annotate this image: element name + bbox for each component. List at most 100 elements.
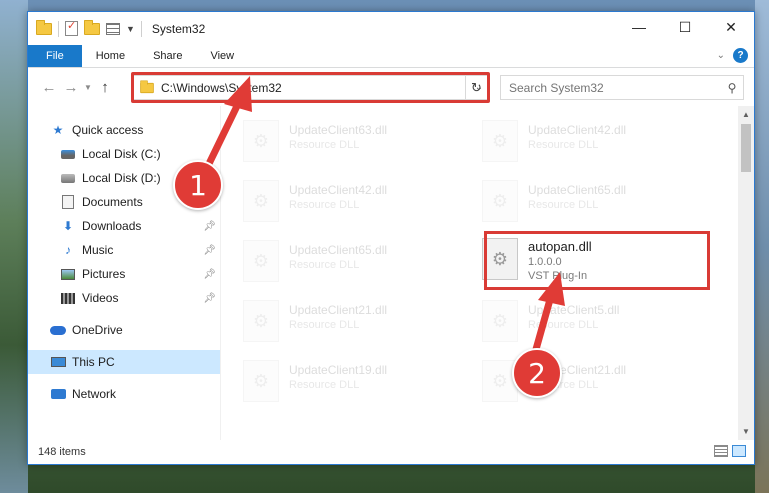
back-arrow-icon[interactable]: ← xyxy=(38,79,60,96)
folder-icon xyxy=(36,19,52,35)
minimize-button[interactable]: — xyxy=(616,12,662,42)
list-item[interactable]: ⚙ UpdateClient65.dll Resource DLL xyxy=(233,236,453,286)
maximize-button[interactable]: ☐ xyxy=(662,12,708,42)
new-folder-icon[interactable] xyxy=(84,19,100,35)
dll-file-icon: ⚙ xyxy=(243,120,279,162)
file-type: Resource DLL xyxy=(528,199,599,211)
properties-icon[interactable] xyxy=(65,19,78,36)
tab-home[interactable]: Home xyxy=(82,45,139,67)
onedrive-cloud-icon xyxy=(50,323,66,337)
list-item[interactable]: ⚙ UpdateClient21.dll Resource DLL xyxy=(472,356,692,406)
list-item[interactable]: ⚙ UpdateClient42.dll Resource DLL xyxy=(233,176,453,226)
sidebar-item-label: Downloads xyxy=(82,219,142,233)
sidebar-item-videos[interactable]: Videos 📌︎ xyxy=(28,286,220,310)
customize-toolbar-chevron-icon[interactable]: ▼ xyxy=(126,24,135,34)
view-buttons xyxy=(714,445,746,457)
close-button[interactable]: ✕ xyxy=(708,12,754,42)
main-area: ★ Quick access Local Disk (C:) Local Dis… xyxy=(28,106,754,440)
file-list: ⚙ UpdateClient63.dll Resource DLL ⚙ Updat… xyxy=(221,106,754,440)
file-type: Resource DLL xyxy=(528,319,599,331)
sidebar-item-quick-access[interactable]: ★ Quick access xyxy=(28,118,220,142)
expand-ribbon-chevron-icon[interactable]: ⌄ xyxy=(717,50,725,61)
address-bar-highlight xyxy=(131,72,490,103)
tab-view[interactable]: View xyxy=(196,45,248,67)
file-type: Resource DLL xyxy=(289,139,360,151)
file-name: UpdateClient19.dll xyxy=(289,363,388,377)
network-icon xyxy=(50,387,66,401)
disk-icon xyxy=(60,171,76,185)
file-name: UpdateClient42.dll xyxy=(528,123,627,137)
dll-file-icon: ⚙ xyxy=(482,180,518,222)
title-bar: ▼ System32 — ☐ ✕ xyxy=(28,12,754,45)
tab-share[interactable]: Share xyxy=(139,45,196,67)
dll-file-icon: ⚙ xyxy=(243,240,279,282)
system-disk-icon xyxy=(60,147,76,161)
music-icon: ♪ xyxy=(65,243,71,257)
sidebar-item-onedrive[interactable]: OneDrive xyxy=(28,318,220,342)
divider xyxy=(140,20,142,37)
tiles-view-icon[interactable] xyxy=(732,445,746,457)
vertical-scrollbar[interactable]: ▲ ▼ xyxy=(738,106,754,440)
star-icon: ★ xyxy=(52,123,64,137)
sidebar-item-label: This PC xyxy=(72,355,115,369)
navigation-pane: ★ Quick access Local Disk (C:) Local Dis… xyxy=(28,106,221,440)
sidebar-item-music[interactable]: ♪ Music 📌︎ xyxy=(28,238,220,262)
list-item[interactable]: ⚙ UpdateClient42.dll Resource DLL xyxy=(472,116,692,166)
dll-file-icon: ⚙ xyxy=(243,180,279,222)
window-title: System32 xyxy=(151,21,206,36)
sidebar-item-this-pc[interactable]: This PC xyxy=(28,350,220,374)
file-name: UpdateClient21.dll xyxy=(289,303,388,317)
sidebar-item-pictures[interactable]: Pictures 📌︎ xyxy=(28,262,220,286)
sidebar-item-label: Local Disk (D:) xyxy=(82,171,161,185)
forward-arrow-icon[interactable]: → xyxy=(60,79,82,96)
downloads-icon: ⬇ xyxy=(62,219,74,233)
address-row: ← → ▼ ↑ C:\Windows\System32 ⌄ ↻ ⚲ xyxy=(28,68,754,106)
list-item[interactable]: ⚙ UpdateClient5.dll Resource DLL xyxy=(472,296,692,346)
sidebar-item-downloads[interactable]: ⬇ Downloads 📌︎ xyxy=(28,214,220,238)
file-name: UpdateClient65.dll xyxy=(528,183,627,197)
file-name: UpdateClient63.dll xyxy=(289,123,388,137)
view-icon[interactable] xyxy=(106,22,120,35)
file-name: UpdateClient42.dll xyxy=(289,183,388,197)
list-item[interactable]: ⚙ UpdateClient19.dll Resource DLL xyxy=(233,356,453,406)
pin-icon[interactable]: 📌︎ xyxy=(203,245,216,256)
sidebar-item-network[interactable]: Network xyxy=(28,382,220,406)
search-box[interactable]: ⚲ xyxy=(500,75,744,100)
pin-icon[interactable]: 📌︎ xyxy=(203,269,216,280)
sidebar-item-label: Local Disk (C:) xyxy=(82,147,161,161)
list-item[interactable]: ⚙ UpdateClient65.dll Resource DLL xyxy=(472,176,692,226)
up-arrow-icon[interactable]: ↑ xyxy=(94,79,116,96)
file-name: UpdateClient5.dll xyxy=(528,303,620,317)
computer-icon xyxy=(50,355,66,369)
help-icon[interactable]: ? xyxy=(733,48,748,63)
status-bar: 148 items xyxy=(28,440,754,464)
tab-file[interactable]: File xyxy=(28,45,82,67)
explorer-window: ▼ System32 — ☐ ✕ File Home Share View ⌄ … xyxy=(27,11,755,465)
list-item[interactable]: ⚙ UpdateClient63.dll Resource DLL xyxy=(233,116,453,166)
dll-file-icon: ⚙ xyxy=(243,300,279,342)
pictures-icon xyxy=(60,267,76,281)
pin-icon[interactable]: 📌︎ xyxy=(203,293,216,304)
file-type: Resource DLL xyxy=(528,139,599,151)
divider xyxy=(58,20,59,37)
pin-icon[interactable]: 📌︎ xyxy=(203,221,216,232)
step-1-badge: 1 xyxy=(173,160,223,210)
dll-file-icon: ⚙ xyxy=(482,300,518,342)
sidebar-item-label: Videos xyxy=(82,291,119,305)
details-view-icon[interactable] xyxy=(714,445,728,457)
file-type: Resource DLL xyxy=(289,379,360,391)
sidebar-item-label: Music xyxy=(82,243,114,257)
search-icon[interactable]: ⚲ xyxy=(721,81,743,95)
recent-locations-chevron-icon[interactable]: ▼ xyxy=(82,83,94,92)
sidebar-item-label: Quick access xyxy=(72,123,144,137)
documents-icon xyxy=(60,195,76,209)
sidebar-item-label: Network xyxy=(72,387,117,401)
scroll-up-icon[interactable]: ▲ xyxy=(738,106,754,123)
scrollbar-thumb[interactable] xyxy=(741,124,751,172)
scroll-down-icon[interactable]: ▼ xyxy=(738,423,754,440)
search-input[interactable] xyxy=(509,80,721,95)
quick-access-toolbar: ▼ xyxy=(28,19,142,37)
dll-file-icon: ⚙ xyxy=(482,120,518,162)
list-item[interactable]: ⚙ UpdateClient21.dll Resource DLL xyxy=(233,296,453,346)
window-controls: — ☐ ✕ xyxy=(616,12,754,42)
